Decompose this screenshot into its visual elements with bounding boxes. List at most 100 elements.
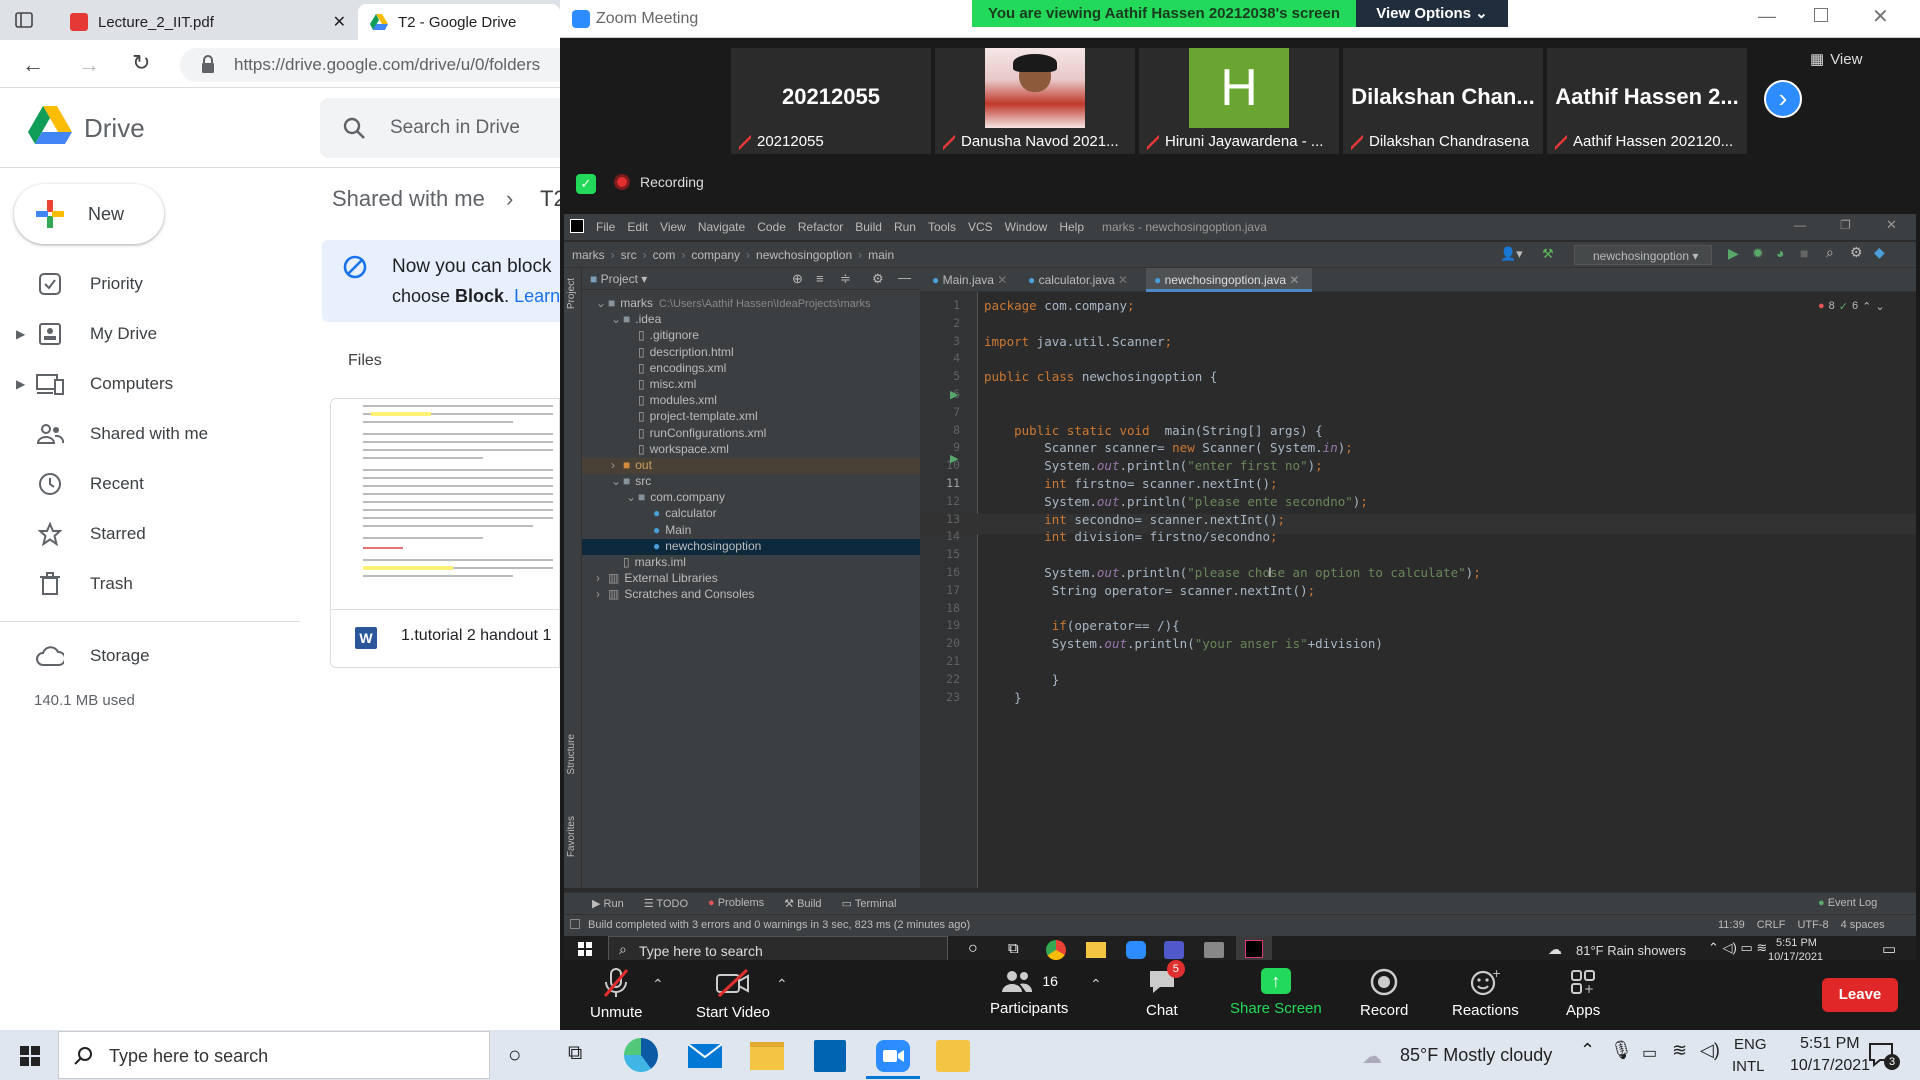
participants-button[interactable]: 16 Participants xyxy=(990,968,1068,1017)
participants-chevron-icon[interactable]: ⌃ xyxy=(1090,976,1102,993)
close-icon[interactable]: ✕ xyxy=(333,12,346,32)
inner-clock-time[interactable]: 5:51 PM xyxy=(1776,937,1817,949)
editor-tab-calculator[interactable]: ● calculator.java ✕ xyxy=(1028,273,1128,287)
tree-expand-icon[interactable]: › xyxy=(596,571,608,585)
zoom-app-icon[interactable] xyxy=(1126,941,1146,959)
tab-drive[interactable]: T2 - Google Drive xyxy=(358,4,560,40)
editor-tab-newchosingoption[interactable]: ● newchosingoption.java ✕ xyxy=(1146,268,1312,292)
tray-icons[interactable]: ⌃ ◁) ▭ ≋ xyxy=(1708,940,1767,956)
ide-menu-item[interactable]: Tools xyxy=(928,220,956,234)
code-line[interactable]: System.out.println("your anser is"+divis… xyxy=(984,636,1884,654)
inner-weather[interactable]: 81°F Rain showers xyxy=(1576,943,1686,958)
tree-expand-icon[interactable]: ⌄ xyxy=(611,312,623,326)
status-item[interactable]: UTF-8 xyxy=(1797,919,1828,931)
code-line[interactable]: } xyxy=(984,672,1884,690)
nav-computers[interactable]: ▶ Computers xyxy=(0,361,300,407)
tree-expand-icon[interactable]: › xyxy=(611,458,623,472)
code-line[interactable]: int firstno= scanner.nextInt(); xyxy=(984,476,1884,494)
project-tree-item[interactable]: ⌄ ■ com.company xyxy=(582,490,920,506)
record-button[interactable]: Record xyxy=(1360,968,1408,1019)
clock-date[interactable]: 10/17/2021 xyxy=(1790,1057,1870,1075)
reload-icon[interactable]: ↻ xyxy=(132,50,150,76)
coverage-icon[interactable]: ◕ xyxy=(1776,245,1784,261)
cortana-icon[interactable]: ○ xyxy=(968,940,978,958)
ide-menu-item[interactable]: Refactor xyxy=(798,220,843,234)
ide-menu-item[interactable]: Code xyxy=(757,220,786,234)
tool-window-button[interactable]: ● Problems xyxy=(708,897,764,910)
wifi-icon[interactable]: ≋ xyxy=(1672,1040,1687,1061)
inspection-widget[interactable]: ● 8 ✓ 6 ⌃ ⌄ xyxy=(1818,300,1885,313)
collapse-all-icon[interactable]: ≑ xyxy=(840,271,851,287)
ide-menu-item[interactable]: View xyxy=(660,220,686,234)
python-file-icon[interactable] xyxy=(936,1040,970,1072)
code-line[interactable]: System.out.println("enter first no"); xyxy=(984,458,1884,476)
expand-all-icon[interactable]: ≡ xyxy=(816,271,824,286)
project-tree-item[interactable]: › ▥ Scratches and Consoles xyxy=(582,587,920,603)
tool-window-button[interactable]: ☰ TODO xyxy=(644,897,688,910)
security-shield-icon[interactable]: ✓ xyxy=(576,174,596,194)
start-video-button[interactable]: Start Video xyxy=(696,968,770,1021)
participant-tile[interactable]: Dilakshan Chan... Dilakshan Chandrasena xyxy=(1343,48,1543,154)
taskbar-search-box[interactable]: Type here to search xyxy=(58,1031,490,1079)
mail-icon[interactable] xyxy=(688,1044,722,1068)
ide-menu-item[interactable]: Window xyxy=(1005,220,1048,234)
windows-start-icon[interactable] xyxy=(578,942,592,956)
code-line[interactable]: } xyxy=(984,690,1884,708)
maximize-icon[interactable] xyxy=(1814,8,1828,22)
ide-restore-icon[interactable]: ❐ xyxy=(1840,218,1851,232)
apps-button[interactable]: + Apps xyxy=(1566,968,1600,1019)
ide-breadcrumb-item[interactable]: main xyxy=(868,248,894,262)
tree-expand-icon[interactable]: ⌄ xyxy=(596,296,608,310)
nav-shared-with-me[interactable]: Shared with me xyxy=(0,411,300,457)
hammer-build-icon[interactable]: ⚒ xyxy=(1542,246,1554,262)
share-screen-button[interactable]: ↑ Share Screen xyxy=(1230,968,1322,1017)
chrome-icon[interactable] xyxy=(1046,940,1066,960)
file-card[interactable]: W 1.tutorial 2 handout 1 xyxy=(330,398,560,668)
learn-link[interactable]: Learn xyxy=(514,286,560,306)
tree-expand-icon[interactable]: ⌄ xyxy=(611,474,623,488)
code-line[interactable]: if(operator== /){ xyxy=(984,618,1884,636)
project-tool-tab[interactable]: Project xyxy=(566,278,577,309)
dell-icon[interactable] xyxy=(814,1040,846,1072)
task-view-icon[interactable]: ⧉ xyxy=(568,1042,582,1065)
status-item[interactable]: 4 spaces xyxy=(1841,919,1885,931)
zoom-taskbar-icon[interactable] xyxy=(876,1040,910,1072)
search-icon[interactable] xyxy=(342,116,366,140)
code-line[interactable]: public static void main(String[] args) { xyxy=(984,423,1884,441)
task-view-icon[interactable]: ⧉ xyxy=(1008,940,1019,957)
code-line[interactable] xyxy=(984,405,1884,423)
view-options-button[interactable]: View Options ⌄ xyxy=(1356,0,1508,27)
ide-breadcrumb-item[interactable]: src xyxy=(621,248,637,262)
favorites-tool-tab[interactable]: Favorites xyxy=(566,816,577,857)
run-gutter-icon[interactable]: ▶ xyxy=(950,452,958,465)
project-tree-item[interactable]: ⌄ ■ marks C:\Users\Aathif Hassen\IdeaProjec… xyxy=(582,296,920,312)
clock-time[interactable]: 5:51 PM xyxy=(1800,1035,1860,1053)
plugin-icon[interactable]: ◆ xyxy=(1874,244,1885,261)
audio-options-chevron-icon[interactable]: ⌃ xyxy=(652,976,664,993)
run-gutter-icon[interactable]: ▶ xyxy=(950,388,958,401)
notification-icon[interactable]: ▭ xyxy=(1882,940,1896,958)
project-tree-item[interactable]: ▯ misc.xml xyxy=(582,377,920,393)
battery-icon[interactable]: ▭ xyxy=(1642,1043,1657,1063)
file-explorer-icon[interactable] xyxy=(750,1042,784,1070)
code-line[interactable]: System.out.println("please chose an opti… xyxy=(984,565,1884,583)
status-item[interactable]: 11:39 xyxy=(1718,919,1745,931)
locate-icon[interactable]: ⊕ xyxy=(792,271,803,287)
tab-list-icon[interactable] xyxy=(14,10,34,30)
project-tree-item[interactable]: ▯ workspace.xml xyxy=(582,442,920,458)
project-tree-item[interactable]: ● Main xyxy=(582,523,920,539)
ide-menu-item[interactable]: Build xyxy=(855,220,882,234)
nav-priority[interactable]: Priority xyxy=(0,261,300,307)
search-everywhere-icon[interactable]: ⌕ xyxy=(1826,244,1834,261)
ide-menu-item[interactable]: Navigate xyxy=(698,220,745,234)
tree-expand-icon[interactable]: ⌄ xyxy=(626,490,638,504)
settings-icon[interactable]: ⚙ xyxy=(1850,244,1863,261)
ide-minimize-icon[interactable]: — xyxy=(1794,218,1806,232)
build-status-message[interactable]: Build completed with 3 errors and 0 warn… xyxy=(588,919,970,931)
breadcrumb-root[interactable]: Shared with me xyxy=(332,186,485,212)
nav-storage[interactable]: Storage xyxy=(0,633,300,679)
participant-tile[interactable]: Aathif Hassen 2... Aathif Hassen 202120.… xyxy=(1547,48,1747,154)
close-window-icon[interactable]: ✕ xyxy=(1872,4,1889,29)
camera-app-icon[interactable] xyxy=(1204,942,1224,958)
event-log-button[interactable]: ● Event Log xyxy=(1818,897,1877,909)
